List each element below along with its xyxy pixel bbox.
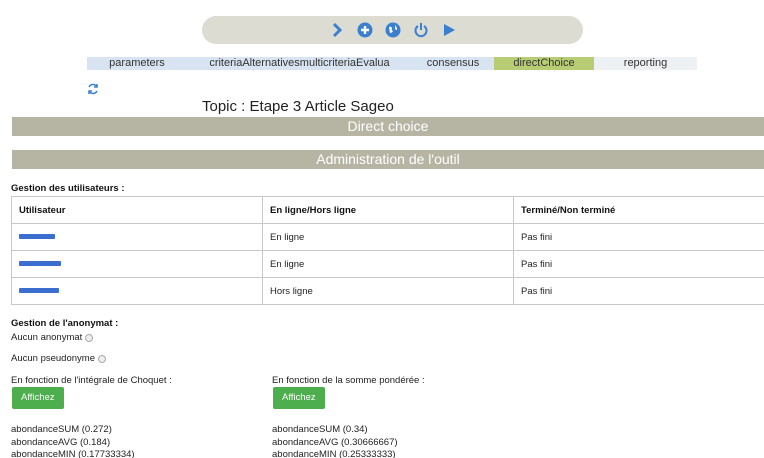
no-anonymity-radio[interactable]: [85, 333, 94, 342]
column-header-online: En ligne/Hors ligne: [262, 196, 514, 224]
online-status-cell: En ligne: [262, 250, 514, 278]
tab-reporting[interactable]: reporting: [594, 57, 697, 70]
user-cell: [11, 223, 263, 251]
result-item: abondanceMIN (0.17733334): [11, 449, 135, 458]
result-item: abondanceMIN (0.25333333): [272, 449, 396, 458]
tab-direct-choice[interactable]: directChoice: [494, 57, 594, 70]
online-status-cell: Hors ligne: [262, 277, 514, 305]
plus-circle-icon[interactable]: [357, 22, 373, 38]
choquet-label: En fonction de l'intégrale de Choquet :: [11, 375, 172, 386]
user-cell: [11, 277, 263, 305]
redacted-username: [19, 288, 59, 294]
power-icon[interactable]: [413, 22, 429, 38]
result-item: abondanceSUM (0.272): [11, 424, 112, 435]
globe-icon[interactable]: [385, 22, 401, 38]
column-header-user: Utilisateur: [11, 196, 263, 224]
play-icon[interactable]: [441, 22, 457, 38]
no-pseudonym-option: Aucun pseudonyme: [11, 353, 106, 364]
user-cell: [11, 250, 263, 278]
refresh-icon[interactable]: [86, 82, 100, 96]
direct-choice-banner: Direct choice: [12, 117, 764, 136]
users-section-title: Gestion des utilisateurs :: [11, 183, 125, 194]
table-row: En ligne Pas fini: [11, 223, 764, 251]
weighted-sum-label: En fonction de la somme pondérée :: [272, 375, 425, 386]
finished-status-cell: Pas fini: [513, 250, 764, 278]
result-item: abondanceAVG (0.184): [11, 436, 111, 448]
administration-banner: Administration de l'outil: [12, 150, 764, 169]
choquet-results: abondanceSUM (0.272) abondanceAVG (0.184…: [11, 424, 135, 458]
weighted-results: abondanceSUM (0.34) abondanceAVG (0.3066…: [272, 424, 398, 458]
tab-parameters[interactable]: parameters: [87, 57, 187, 70]
column-header-finished: Terminé/Non terminé: [513, 196, 764, 224]
chevron-right-icon[interactable]: [329, 22, 345, 38]
table-row: Hors ligne Pas fini: [11, 277, 764, 305]
table-row: En ligne Pas fini: [11, 250, 764, 278]
online-status-cell: En ligne: [262, 223, 514, 251]
finished-status-cell: Pas fini: [513, 277, 764, 305]
finished-status-cell: Pas fini: [513, 223, 764, 251]
module-tabs: parameters criteriaAlternativesmulticrit…: [87, 57, 697, 70]
tab-criteria-alternatives[interactable]: criteriaAlternativesmulticriteriaEvalua: [187, 57, 412, 70]
no-anonymity-label: Aucun anonymat: [11, 332, 83, 343]
redacted-username: [19, 234, 55, 240]
anonymity-section-title: Gestion de l'anonymat :: [11, 318, 119, 329]
top-toolbar: [202, 16, 583, 44]
tab-consensus[interactable]: consensus: [412, 57, 494, 70]
weighted-show-button[interactable]: Affichez: [273, 387, 325, 409]
no-pseudonym-label: Aucun pseudonyme: [11, 353, 95, 364]
table-header-row: Utilisateur En ligne/Hors ligne Terminé/…: [11, 196, 764, 224]
result-item: abondanceSUM (0.34): [272, 424, 368, 435]
result-item: abondanceAVG (0.30666667): [272, 436, 398, 448]
topic-title: Topic : Etape 3 Article Sageo: [202, 98, 394, 115]
choquet-show-button[interactable]: Affichez: [12, 387, 64, 409]
no-pseudonym-radio[interactable]: [97, 354, 106, 363]
redacted-username: [19, 261, 61, 267]
no-anonymity-option: Aucun anonymat: [11, 332, 94, 343]
users-table: Utilisateur En ligne/Hors ligne Terminé/…: [11, 196, 764, 305]
